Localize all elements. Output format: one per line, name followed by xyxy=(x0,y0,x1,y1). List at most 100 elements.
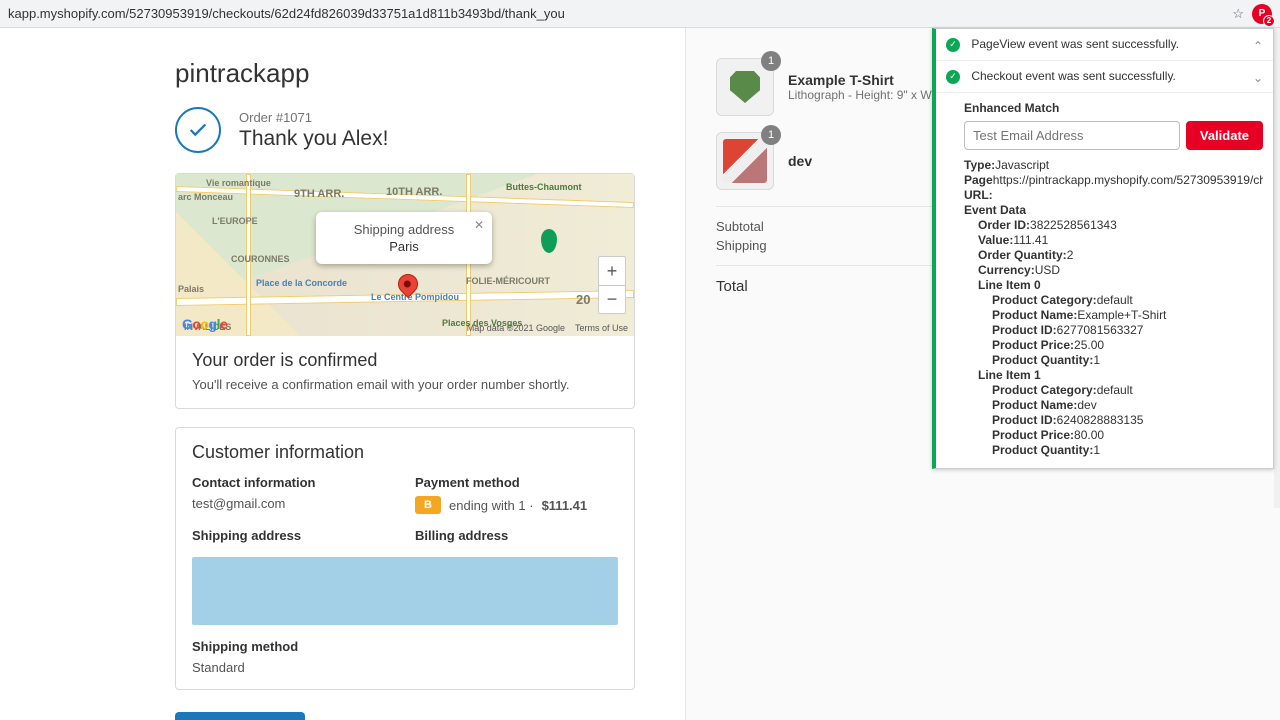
currency-value: USD xyxy=(1035,263,1060,277)
panel-scrollbar[interactable] xyxy=(1274,28,1280,508)
map-label: FOLIE-MÉRICOURT xyxy=(466,276,550,286)
pid-value: 6240828883135 xyxy=(1057,413,1144,427)
pcat-value: default xyxy=(1097,383,1133,397)
currency-label: Currency: xyxy=(978,263,1035,277)
pid-label: Product ID: xyxy=(992,413,1057,427)
validate-button[interactable]: Validate xyxy=(1186,121,1263,150)
map-label: Place de la Concorde xyxy=(256,278,347,288)
continue-button[interactable] xyxy=(175,712,305,720)
store-name[interactable]: pintrackapp xyxy=(175,58,635,89)
success-dot-icon: ✓ xyxy=(946,38,960,52)
product-thumbnail: 1 xyxy=(716,58,774,116)
value-label: Value: xyxy=(978,233,1013,247)
qty-value: 2 xyxy=(1067,248,1074,262)
pname-value: Example+T-Shirt xyxy=(1077,308,1166,322)
pcat-label: Product Category: xyxy=(992,383,1097,397)
map-label: arc Monceau xyxy=(178,192,233,202)
test-email-input[interactable] xyxy=(964,121,1180,150)
event-message: PageView event was sent successfully. xyxy=(971,37,1179,51)
page-label: Page xyxy=(964,173,993,187)
pid-label: Product ID: xyxy=(992,323,1057,337)
expand-icon[interactable]: ⌄ xyxy=(1253,71,1263,85)
pid-value: 6277081563327 xyxy=(1057,323,1144,337)
zoom-in-button[interactable]: + xyxy=(599,257,625,285)
pprice-label: Product Price: xyxy=(992,428,1074,442)
map-label: 9TH ARR. xyxy=(294,188,344,200)
pinterest-extension-icon[interactable]: P 2 xyxy=(1252,4,1272,24)
address-redacted-block xyxy=(192,557,618,625)
line-item-0-label: Line Item 0 xyxy=(978,278,1041,292)
payment-method-label: Payment method xyxy=(415,475,618,490)
item-name: dev xyxy=(788,153,812,169)
map-infowindow: ✕ Shipping address Paris xyxy=(316,212,492,264)
pprice-value: 80.00 xyxy=(1074,428,1104,442)
card-brand-badge: B xyxy=(415,496,441,514)
zoom-out-button[interactable]: − xyxy=(599,285,625,313)
event-row[interactable]: ✓ PageView event was sent successfully. … xyxy=(936,29,1273,61)
shipping-map[interactable]: Vie romantique 9TH ARR. 10TH ARR. Buttes… xyxy=(176,174,634,336)
page-url: https://pintrackapp.myshopify.com/527309… xyxy=(993,173,1263,187)
product-thumbnail: 1 xyxy=(716,132,774,190)
pprice-label: Product Price: xyxy=(992,338,1074,352)
map-label: 10TH ARR. xyxy=(386,186,442,198)
map-attribution[interactable]: Map data ©2021 Google xyxy=(467,323,565,333)
map-label: Le Centre Pompidou xyxy=(371,292,459,302)
map-label: COURONNES xyxy=(231,254,290,264)
value-value: 111.41 xyxy=(1013,233,1048,247)
enhanced-match-label: Enhanced Match xyxy=(964,101,1263,115)
contact-info-label: Contact information xyxy=(192,475,395,490)
infowindow-close-icon[interactable]: ✕ xyxy=(474,218,484,232)
url-label: URL: xyxy=(964,188,993,202)
bookmark-star-icon[interactable]: ☆ xyxy=(1232,6,1244,22)
line-item-1-label: Line Item 1 xyxy=(978,368,1041,382)
payment-ending: ending with 1 · xyxy=(449,498,534,513)
pcat-value: default xyxy=(1097,293,1133,307)
success-check-icon xyxy=(175,107,221,153)
map-terms-link[interactable]: Terms of Use xyxy=(575,323,628,333)
order-id-label: Order ID: xyxy=(978,218,1030,232)
pname-label: Product Name: xyxy=(992,308,1077,322)
item-qty-badge: 1 xyxy=(761,51,781,71)
shipping-method-label: Shipping method xyxy=(192,639,618,654)
type-value: Javascript xyxy=(995,158,1049,172)
total-label: Total xyxy=(716,278,748,295)
map-label: Palais xyxy=(178,284,204,294)
type-label: Type: xyxy=(964,158,995,172)
tag-helper-panel: ✓ PageView event was sent successfully. … xyxy=(932,28,1274,469)
collapse-icon[interactable]: ⌃ xyxy=(1253,39,1263,53)
pqty-value: 1 xyxy=(1093,353,1100,367)
extension-badge: 2 xyxy=(1263,15,1275,27)
google-logo[interactable]: Google xyxy=(182,316,227,332)
pname-value: dev xyxy=(1077,398,1096,412)
payment-amount: $111.41 xyxy=(542,498,588,513)
map-label: 20 xyxy=(576,292,590,307)
pqty-label: Product Quantity: xyxy=(992,443,1093,457)
url-text[interactable]: kapp.myshopify.com/52730953919/checkouts… xyxy=(8,6,1224,21)
order-number: Order #1071 xyxy=(239,110,388,125)
browser-address-bar: kapp.myshopify.com/52730953919/checkouts… xyxy=(0,0,1280,28)
confirmed-sub: You'll receive a confirmation email with… xyxy=(192,377,618,392)
shipping-address-label: Shipping address xyxy=(192,528,395,543)
success-dot-icon: ✓ xyxy=(946,70,960,84)
pqty-label: Product Quantity: xyxy=(992,353,1093,367)
map-zoom-control: + − xyxy=(598,256,626,314)
contact-email: test@gmail.com xyxy=(192,496,395,511)
item-qty-badge: 1 xyxy=(761,125,781,145)
thank-you-heading: Thank you Alex! xyxy=(239,127,388,151)
shipping-label: Shipping xyxy=(716,238,767,253)
map-label: Vie romantique xyxy=(206,178,271,188)
pname-label: Product Name: xyxy=(992,398,1077,412)
pprice-value: 25.00 xyxy=(1074,338,1104,352)
infowindow-title: Shipping address xyxy=(330,222,478,237)
map-label: Buttes-Chaumont xyxy=(506,182,582,192)
infowindow-city: Paris xyxy=(330,239,478,254)
order-id-value: 3822528561343 xyxy=(1030,218,1117,232)
billing-address-label: Billing address xyxy=(415,528,618,543)
event-row[interactable]: ✓ Checkout event was sent successfully. … xyxy=(936,61,1273,93)
map-label: L'EUROPE xyxy=(212,216,258,226)
event-data-label: Event Data xyxy=(964,203,1026,217)
customer-info-heading: Customer information xyxy=(192,442,618,463)
pqty-value: 1 xyxy=(1093,443,1100,457)
event-message: Checkout event was sent successfully. xyxy=(971,69,1176,83)
shipping-method-value: Standard xyxy=(192,660,618,675)
